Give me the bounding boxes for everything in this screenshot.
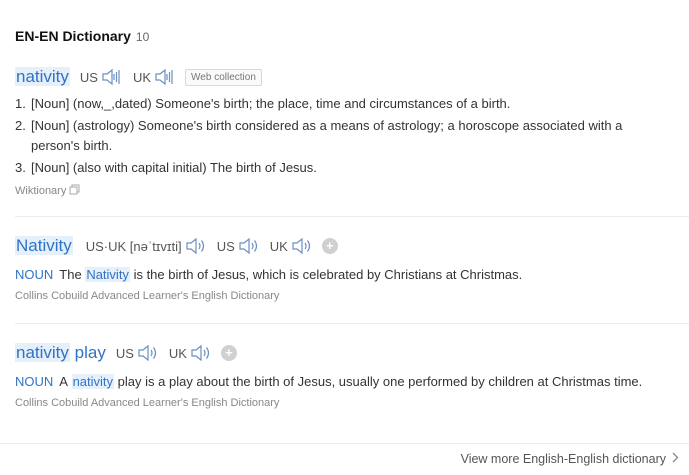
definition-post: is the birth of Jesus, which is celebrat…	[133, 266, 523, 282]
definition-item: 1. [Noun] (now,_,dated) Someone's birth; …	[15, 96, 511, 111]
web-collection-tag[interactable]: Web collection	[185, 68, 262, 86]
us-label: US	[216, 238, 235, 254]
headword-row: nativity US UK Web collection	[15, 66, 689, 88]
source-line: Collins Cobuild Advanced Learner's Engli…	[15, 397, 689, 409]
speaker-icon[interactable]	[185, 237, 207, 255]
speaker-icon[interactable]	[101, 68, 123, 86]
definition-pre: A	[59, 373, 68, 389]
headword-row: Nativity US·UK [nəˈtɪvɪti] US UK +	[15, 235, 689, 257]
chevron-right-icon	[672, 452, 679, 466]
definition-line: NOUN A nativity play is a play about the…	[15, 372, 689, 390]
divider	[15, 216, 689, 217]
dictionary-title: EN-EN Dictionary	[15, 28, 131, 44]
highlighted-word: nativity	[71, 373, 115, 389]
headword[interactable]: Nativity	[15, 236, 73, 256]
uk-label: UK	[132, 69, 152, 85]
footer-divider	[0, 443, 689, 444]
us-label: US	[79, 69, 98, 85]
add-icon[interactable]: +	[220, 345, 237, 361]
definition-line: NOUN The Nativity is the birth of Jesus,…	[15, 265, 689, 283]
speaker-icon[interactable]	[238, 237, 260, 255]
source-label: Wiktionary	[15, 185, 67, 197]
speaker-icon[interactable]	[137, 344, 159, 362]
add-icon[interactable]: +	[321, 238, 338, 254]
source-line: Wiktionary	[15, 184, 689, 198]
definition-list: 1. [Noun] (now,_,dated) Someone's birth; …	[15, 94, 689, 178]
source-line: Collins Cobuild Advanced Learner's Engli…	[15, 290, 689, 302]
headword[interactable]: nativity	[15, 67, 70, 87]
divider	[15, 323, 689, 324]
part-of-speech: NOUN	[15, 373, 54, 389]
definition-item: 3. [Noun] (also with capital initial) The…	[15, 160, 317, 175]
us-label: US	[115, 345, 134, 361]
definition-item: 2. [Noun] (astrology) Someone's birth con…	[15, 118, 623, 153]
uk-label: UK	[168, 345, 187, 361]
headword[interactable]: nativity play	[15, 343, 106, 363]
uk-label: UK	[269, 238, 288, 254]
entry-nativity-proper: Nativity US·UK [nəˈtɪvɪti] US UK + NOUN …	[15, 235, 689, 302]
dictionary-header: EN-EN Dictionary 10	[15, 28, 149, 44]
speaker-icon[interactable]	[154, 68, 176, 86]
view-more-link[interactable]: View more English-English dictionary	[461, 452, 679, 466]
copy-icon[interactable]	[69, 184, 80, 198]
headword-row: nativity play US UK +	[15, 342, 689, 364]
speaker-icon[interactable]	[190, 344, 212, 362]
view-more-label: View more English-English dictionary	[460, 452, 666, 466]
source-label: Collins Cobuild Advanced Learner's Engli…	[15, 290, 280, 302]
speaker-icon[interactable]	[291, 237, 313, 255]
phonetic: US·UK [nəˈtɪvɪti]	[85, 238, 182, 254]
result-count: 10	[135, 30, 150, 44]
entry-nativity-play: nativity play US UK + NOUN A nativity pl…	[15, 342, 689, 409]
highlighted-word: Nativity	[85, 266, 130, 282]
part-of-speech: NOUN	[15, 266, 54, 282]
source-label: Collins Cobuild Advanced Learner's Engli…	[15, 397, 280, 409]
entry-nativity: nativity US UK Web collection 1. [Noun] (…	[15, 66, 689, 198]
definition-post: play is a play about the birth of Jesus,…	[117, 373, 643, 389]
definition-pre: The	[59, 266, 82, 282]
